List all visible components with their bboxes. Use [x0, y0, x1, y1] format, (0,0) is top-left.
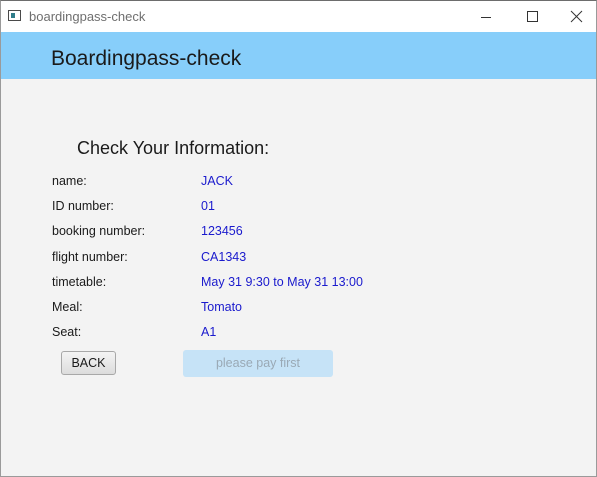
- maximize-icon: [527, 11, 538, 22]
- info-row-meal: Meal: Tomato: [1, 298, 596, 318]
- title-bar[interactable]: boardingpass-check: [1, 1, 596, 32]
- window-title: boardingpass-check: [29, 9, 146, 24]
- info-row-id-number: ID number: 01: [1, 197, 596, 217]
- minimize-icon: [481, 17, 491, 18]
- back-button[interactable]: BACK: [61, 351, 116, 375]
- pay-first-button[interactable]: please pay first: [183, 350, 333, 377]
- info-value-timetable: May 31 9:30 to May 31 13:00: [201, 275, 363, 289]
- app-header: Boardingpass-check: [1, 32, 596, 79]
- app-window: boardingpass-check Boardingpass-check Ch…: [0, 0, 597, 477]
- maximize-button[interactable]: [509, 1, 555, 32]
- info-value-name: JACK: [201, 174, 233, 188]
- page-title: Boardingpass-check: [51, 47, 242, 70]
- minimize-button[interactable]: [463, 1, 509, 32]
- info-row-timetable: timetable: May 31 9:30 to May 31 13:00: [1, 273, 596, 293]
- info-label: Meal:: [52, 300, 83, 314]
- info-label: flight number:: [52, 250, 128, 264]
- info-value-meal: Tomato: [201, 300, 242, 314]
- info-label: ID number:: [52, 199, 114, 213]
- main-content: Check Your Information: name: JACK ID nu…: [1, 79, 596, 476]
- info-row-name: name: JACK: [1, 172, 596, 192]
- info-row-seat: Seat: A1: [1, 323, 596, 343]
- info-label: name:: [52, 174, 87, 188]
- info-label: booking number:: [52, 224, 146, 238]
- app-window-icon: [8, 10, 21, 21]
- info-value-seat: A1: [201, 325, 217, 339]
- section-heading: Check Your Information:: [77, 138, 270, 158]
- info-value-id-number: 01: [201, 199, 215, 213]
- info-label: timetable:: [52, 275, 107, 289]
- close-button[interactable]: [553, 1, 596, 32]
- info-row-booking-number: booking number: 123456: [1, 222, 596, 242]
- close-icon: [570, 10, 583, 23]
- info-row-flight-number: flight number: CA1343: [1, 248, 596, 268]
- info-label: Seat:: [52, 325, 82, 339]
- info-value-flight-number: CA1343: [201, 250, 247, 264]
- info-value-booking-number: 123456: [201, 224, 243, 238]
